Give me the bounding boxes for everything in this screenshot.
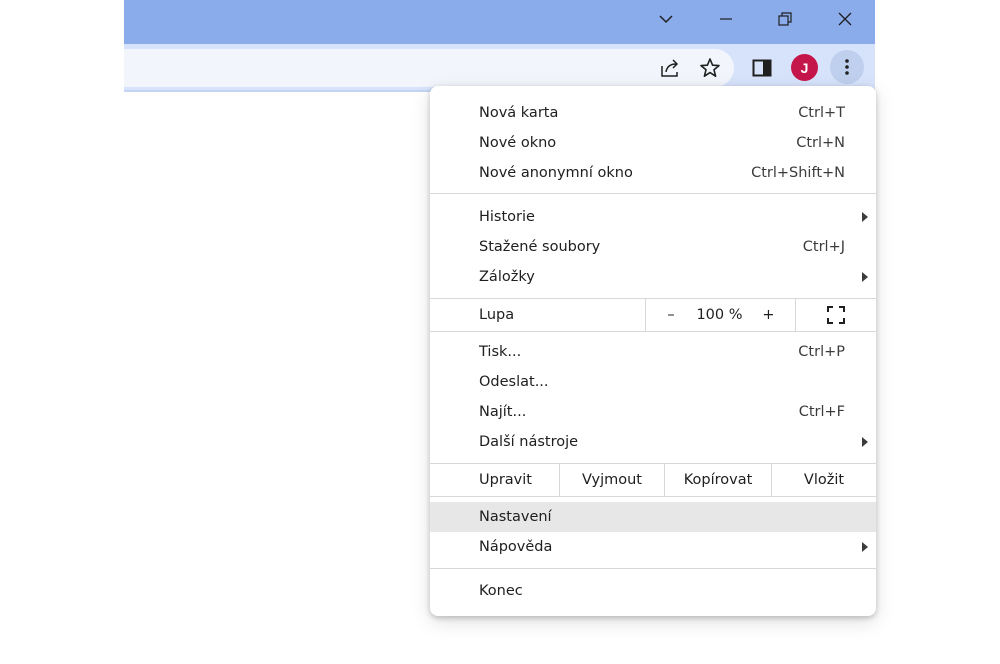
menu-item-help[interactable]: Nápověda bbox=[430, 532, 876, 562]
minimize-icon bbox=[720, 18, 732, 20]
menu-item-label: Najít... bbox=[479, 404, 527, 420]
menu-item-shortcut: Ctrl+P bbox=[798, 344, 845, 360]
menu-item-shortcut: Ctrl+J bbox=[802, 239, 845, 255]
submenu-arrow-icon bbox=[862, 272, 868, 282]
menu-item-new-window[interactable]: Nové okno Ctrl+N bbox=[430, 128, 876, 158]
toolbar: J bbox=[124, 44, 875, 92]
edit-label: Upravit bbox=[479, 472, 532, 488]
side-panel-button[interactable] bbox=[747, 53, 777, 83]
restore-button[interactable] bbox=[756, 0, 814, 38]
menu-item-downloads[interactable]: Stažené soubory Ctrl+J bbox=[430, 232, 876, 262]
more-vert-icon bbox=[845, 59, 849, 75]
menu-item-bookmarks[interactable]: Záložky bbox=[430, 262, 876, 292]
share-button[interactable] bbox=[655, 53, 685, 83]
menu-item-label: Nastavení bbox=[479, 509, 552, 525]
menu-item-print[interactable]: Tisk... Ctrl+P bbox=[430, 337, 876, 367]
chevron-down-icon bbox=[659, 15, 673, 24]
menu-item-label: Nové okno bbox=[479, 135, 557, 151]
menu-item-shortcut: Ctrl+F bbox=[798, 404, 845, 420]
close-button[interactable] bbox=[816, 0, 874, 38]
menu-button[interactable] bbox=[830, 50, 864, 84]
menu-item-find[interactable]: Najít... Ctrl+F bbox=[430, 397, 876, 427]
zoom-in-button[interactable]: + bbox=[746, 298, 791, 331]
menu-item-shortcut: Ctrl+Shift+N bbox=[751, 165, 845, 181]
menu-item-shortcut: Ctrl+T bbox=[798, 105, 845, 121]
menu-separator bbox=[430, 193, 876, 194]
menu-item-label: Nápověda bbox=[479, 539, 553, 555]
menu-separator bbox=[430, 496, 876, 497]
tab-search-button[interactable] bbox=[637, 0, 695, 38]
menu-separator bbox=[430, 331, 876, 332]
title-bar bbox=[124, 0, 875, 44]
side-panel-icon bbox=[752, 59, 772, 77]
menu-item-more-tools[interactable]: Další nástroje bbox=[430, 427, 876, 457]
edit-row: Upravit Vyjmout Kopírovat Vložit bbox=[430, 464, 876, 496]
minimize-button[interactable] bbox=[697, 0, 755, 38]
zoom-level-value: 100 % bbox=[696, 306, 743, 323]
menu-item-shortcut: Ctrl+N bbox=[796, 135, 845, 151]
restore-icon bbox=[778, 12, 792, 26]
menu-item-label: Stažené soubory bbox=[479, 239, 601, 255]
submenu-arrow-icon bbox=[862, 542, 868, 552]
star-icon bbox=[700, 58, 720, 77]
menu-item-label: Další nástroje bbox=[479, 434, 579, 450]
fullscreen-icon bbox=[827, 305, 845, 324]
menu-item-history[interactable]: Historie bbox=[430, 202, 876, 232]
menu-item-label: Záložky bbox=[479, 269, 535, 285]
menu-item-label: Konec bbox=[479, 583, 523, 599]
paste-button[interactable]: Vložit bbox=[772, 464, 876, 496]
menu-item-new-incognito-window[interactable]: Nové anonymní okno Ctrl+Shift+N bbox=[430, 158, 876, 188]
zoom-label: Lupa bbox=[479, 306, 515, 323]
menu-item-settings[interactable]: Nastavení bbox=[430, 502, 876, 532]
close-icon bbox=[838, 12, 852, 26]
submenu-arrow-icon bbox=[862, 437, 868, 447]
address-bar[interactable] bbox=[124, 49, 734, 87]
menu-item-label: Tisk... bbox=[479, 344, 522, 360]
chrome-main-menu: Nová karta Ctrl+T Nové okno Ctrl+N Nové … bbox=[430, 86, 876, 616]
bookmark-star-button[interactable] bbox=[695, 53, 725, 83]
submenu-arrow-icon bbox=[862, 212, 868, 222]
cut-button[interactable]: Vyjmout bbox=[560, 464, 664, 496]
profile-avatar[interactable]: J bbox=[791, 54, 818, 81]
menu-item-label: Nová karta bbox=[479, 105, 559, 121]
fullscreen-button[interactable] bbox=[796, 298, 876, 331]
menu-item-cast[interactable]: Odeslat... bbox=[430, 367, 876, 397]
menu-item-label: Historie bbox=[479, 209, 535, 225]
menu-item-exit[interactable]: Konec bbox=[430, 576, 876, 606]
menu-item-label: Nové anonymní okno bbox=[479, 165, 633, 181]
menu-item-new-tab[interactable]: Nová karta Ctrl+T bbox=[430, 98, 876, 128]
zoom-row: Lupa – 100 % + bbox=[430, 298, 876, 331]
menu-separator bbox=[430, 568, 876, 569]
copy-button[interactable]: Kopírovat bbox=[665, 464, 771, 496]
menu-item-label: Odeslat... bbox=[479, 374, 549, 390]
zoom-out-button[interactable]: – bbox=[646, 298, 696, 331]
share-icon bbox=[661, 59, 679, 77]
